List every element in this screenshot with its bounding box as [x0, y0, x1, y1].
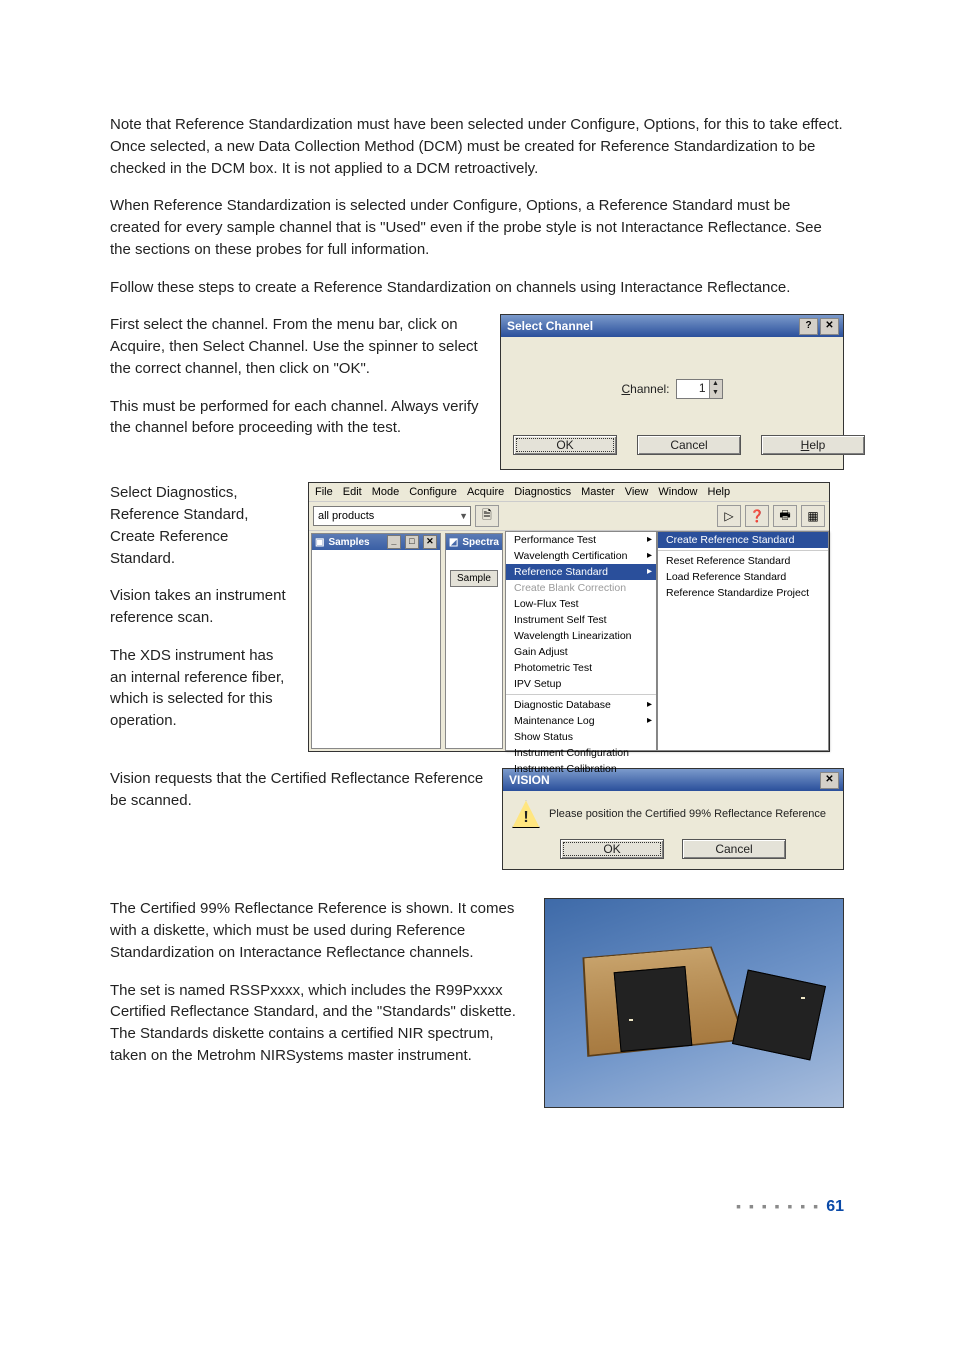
page-number: 61	[826, 1198, 844, 1215]
dialog-title: Select Channel	[507, 319, 593, 333]
context-help-icon[interactable]: ▷	[717, 505, 741, 527]
new-doc-icon[interactable]: 🗎	[475, 505, 499, 527]
print-icon[interactable]: 🖶	[773, 505, 797, 527]
menu-item[interactable]: Wavelength Linearization	[506, 628, 656, 644]
warning-icon: !	[511, 799, 541, 829]
ok-button[interactable]: OK	[560, 839, 664, 859]
menu-item[interactable]: IPV Setup	[506, 676, 656, 692]
menu-item[interactable]: Load Reference Standard	[658, 569, 828, 585]
paragraph: This must be performed for each channel.…	[110, 396, 482, 440]
paragraph: The Certified 99% Reflectance Reference …	[110, 898, 526, 963]
panel-icon: ▣	[315, 537, 324, 548]
calculator-icon[interactable]: ▦	[801, 505, 825, 527]
paragraph: Note that Reference Standardization must…	[110, 114, 844, 179]
menu-master[interactable]: Master	[581, 486, 615, 498]
select-channel-dialog: Select Channel ? ✕ Channel: 1 ▲▼ OK Canc…	[500, 314, 844, 470]
cancel-button[interactable]: Cancel	[682, 839, 786, 859]
document-page: Note that Reference Standardization must…	[0, 0, 954, 1256]
menu-item[interactable]: Instrument Calibration	[506, 761, 656, 777]
close-icon[interactable]: ✕	[820, 318, 839, 335]
vision-message-box: VISION ✕ ! Please position the Certified…	[502, 768, 844, 870]
close-icon[interactable]: ✕	[820, 772, 839, 789]
cancel-button[interactable]: Cancel	[637, 435, 741, 455]
section-photo: The Certified 99% Reflectance Reference …	[110, 898, 844, 1108]
menu-item[interactable]: Reference Standardize Project	[658, 585, 828, 601]
dialog-titlebar: Select Channel ? ✕	[501, 315, 843, 337]
menubar: File Edit Mode Configure Acquire Diagnos…	[309, 483, 829, 502]
menu-configure[interactable]: Configure	[409, 486, 457, 498]
menu-item[interactable]: Reset Reference Standard	[658, 553, 828, 569]
section-diagnostics-menu: Select Diagnostics, Reference Standard, …	[110, 482, 844, 752]
page-footer: ▪ ▪ ▪ ▪ ▪ ▪ ▪ 61	[110, 1198, 844, 1216]
reference-standard-submenu: Create Reference Standard Reset Reference…	[657, 531, 829, 751]
menu-diagnostics[interactable]: Diagnostics	[514, 486, 571, 498]
menu-item[interactable]: Performance Test	[506, 532, 656, 548]
menu-item[interactable]: Instrument Self Test	[506, 612, 656, 628]
paragraph: The XDS instrument has an internal refer…	[110, 645, 290, 732]
menu-item[interactable]: Wavelength Certification	[506, 548, 656, 564]
spinner-up-icon[interactable]: ▲	[709, 380, 722, 389]
ok-button[interactable]: OK	[513, 435, 617, 455]
channel-spinner[interactable]: 1 ▲▼	[676, 379, 723, 399]
sample-button[interactable]: Sample	[450, 570, 498, 587]
menu-item[interactable]: Gain Adjust	[506, 644, 656, 660]
menu-item[interactable]: Show Status	[506, 729, 656, 745]
samples-panel: ▣ Samples _ □ ✕	[311, 533, 441, 749]
help-icon[interactable]: ?	[799, 318, 818, 335]
minimize-icon[interactable]: _	[387, 535, 401, 549]
paragraph: The set is named RSSPxxxx, which include…	[110, 980, 526, 1067]
message-text: Please position the Certified 99% Reflec…	[549, 808, 826, 820]
paragraph: Follow these steps to create a Reference…	[110, 277, 844, 299]
menu-item[interactable]: Low-Flux Test	[506, 596, 656, 612]
menu-help[interactable]: Help	[708, 486, 731, 498]
paragraph: First select the channel. From the menu …	[110, 314, 482, 379]
reflectance-reference-photo	[544, 898, 844, 1108]
menu-window[interactable]: Window	[658, 486, 697, 498]
menu-acquire[interactable]: Acquire	[467, 486, 504, 498]
spinner-down-icon[interactable]: ▼	[709, 389, 722, 398]
menu-view[interactable]: View	[625, 486, 649, 498]
section-select-channel: First select the channel. From the menu …	[110, 314, 844, 470]
maximize-icon[interactable]: □	[405, 535, 419, 549]
panel-title-label: Samples	[328, 537, 369, 548]
help-button[interactable]: Help	[761, 435, 865, 455]
channel-label: Channel:	[621, 382, 669, 396]
menu-item[interactable]: Photometric Test	[506, 660, 656, 676]
menu-item[interactable]: Diagnostic Database	[506, 697, 656, 713]
paragraph: Select Diagnostics, Reference Standard, …	[110, 482, 290, 569]
spectra-panel: ◩ Spectra Sample	[445, 533, 503, 749]
product-combo[interactable]: all products ▼	[313, 506, 471, 526]
menu-item[interactable]: Reference Standard	[506, 564, 656, 580]
paragraph: When Reference Standardization is select…	[110, 195, 844, 260]
combo-value: all products	[318, 510, 374, 522]
close-icon[interactable]: ✕	[423, 535, 437, 549]
panel-title-label: Spectra	[462, 537, 499, 548]
diagnostics-dropdown: Performance TestWavelength Certification…	[505, 531, 657, 751]
chevron-down-icon: ▼	[459, 511, 468, 521]
whats-this-icon[interactable]: ❓	[745, 505, 769, 527]
menu-item[interactable]: Maintenance Log	[506, 713, 656, 729]
toolbar: all products ▼ 🗎 ▷ ❓ 🖶 ▦	[309, 502, 829, 531]
menu-edit[interactable]: Edit	[343, 486, 362, 498]
menu-item: Create Blank Correction	[506, 580, 656, 596]
menu-mode[interactable]: Mode	[372, 486, 400, 498]
panel-icon: ◩	[449, 537, 458, 548]
channel-value: 1	[677, 380, 709, 398]
menu-item[interactable]: Create Reference Standard	[658, 532, 828, 548]
paragraph: Vision takes an instrument reference sca…	[110, 585, 290, 629]
paragraph: Vision requests that the Certified Refle…	[110, 768, 484, 812]
menu-item[interactable]: Instrument Configuration	[506, 745, 656, 761]
footer-dots: ▪ ▪ ▪ ▪ ▪ ▪ ▪	[736, 1198, 820, 1214]
dropdown-area: Performance TestWavelength Certification…	[505, 531, 829, 751]
section-msgbox: Vision requests that the Certified Refle…	[110, 768, 844, 870]
vision-main-window: File Edit Mode Configure Acquire Diagnos…	[308, 482, 830, 752]
menu-file[interactable]: File	[315, 486, 333, 498]
